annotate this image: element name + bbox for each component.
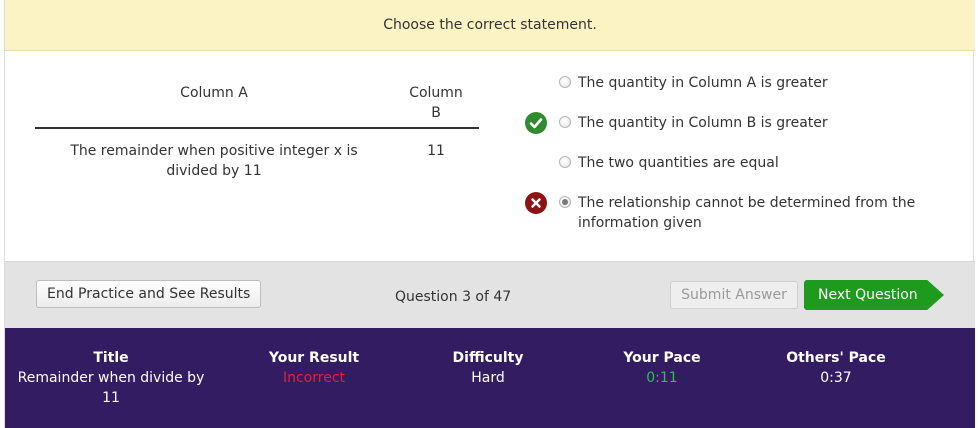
- option-label: The relationship cannot be determined fr…: [578, 195, 916, 231]
- question-counter: Question 3 of 47: [395, 289, 512, 305]
- option-label: The quantity in Column A is greater: [578, 75, 828, 91]
- stat-others-pace-header: Others' Pace: [786, 350, 886, 366]
- stat-others-pace-value: 0:37: [820, 370, 852, 386]
- stats-panel: Title Remainder when divide by 11 Your R…: [5, 328, 975, 428]
- stat-result-header: Your Result: [268, 350, 360, 366]
- x-icon: [525, 192, 547, 214]
- option-label: The quantity in Column B is greater: [578, 115, 828, 131]
- stat-title-value: Remainder when divide by 11: [17, 370, 205, 406]
- stat-pace: Your Pace 0:11: [597, 348, 727, 388]
- stat-others-pace: Others' Pace 0:37: [761, 348, 911, 388]
- radio-button[interactable]: [559, 116, 571, 128]
- practice-frame: Choose the correct statement. Column A C…: [4, 0, 975, 428]
- answer-option-3[interactable]: The two quantities are equal: [525, 153, 965, 174]
- question-toolbar: End Practice and See Results Question 3 …: [5, 261, 975, 328]
- column-a-value: The remainder when positive integer x is…: [70, 143, 358, 179]
- question-prompt: Choose the correct statement.: [5, 0, 975, 51]
- option-mark-empty: [525, 72, 547, 94]
- next-question-button[interactable]: Next Question: [804, 280, 944, 310]
- end-practice-button[interactable]: End Practice and See Results: [36, 280, 262, 308]
- answer-option-2[interactable]: The quantity in Column B is greater: [525, 112, 965, 134]
- column-b-header: Column B: [409, 85, 463, 121]
- comparison-table: Column A Column B The remainder when pos…: [35, 80, 479, 181]
- stat-pace-value: 0:11: [646, 370, 678, 386]
- stat-difficulty: Difficulty Hard: [423, 348, 553, 388]
- answer-option-4[interactable]: The relationship cannot be determined fr…: [525, 192, 965, 233]
- stat-result-value: Incorrect: [282, 370, 346, 386]
- stat-result: Your Result Incorrect: [244, 348, 384, 388]
- radio-button[interactable]: [559, 156, 571, 168]
- option-label: The two quantities are equal: [578, 155, 779, 171]
- submit-answer-button[interactable]: Submit Answer: [670, 281, 798, 309]
- table-row: The remainder when positive integer x is…: [35, 129, 479, 181]
- column-b-value: 11: [427, 143, 445, 159]
- table-header-row: Column A Column B: [35, 80, 479, 129]
- answer-option-1[interactable]: The quantity in Column A is greater: [525, 73, 965, 94]
- stat-difficulty-value: Hard: [471, 370, 505, 386]
- option-mark-empty: [525, 152, 547, 174]
- radio-button[interactable]: [559, 76, 571, 88]
- stat-difficulty-header: Difficulty: [452, 350, 524, 366]
- stat-title-header: Title: [93, 350, 129, 366]
- radio-button-selected[interactable]: [559, 196, 571, 208]
- column-a-header: Column A: [180, 85, 248, 101]
- stat-title: Title Remainder when divide by 11: [15, 348, 207, 408]
- checkmark-icon: [525, 112, 547, 134]
- stat-pace-header: Your Pace: [623, 350, 701, 366]
